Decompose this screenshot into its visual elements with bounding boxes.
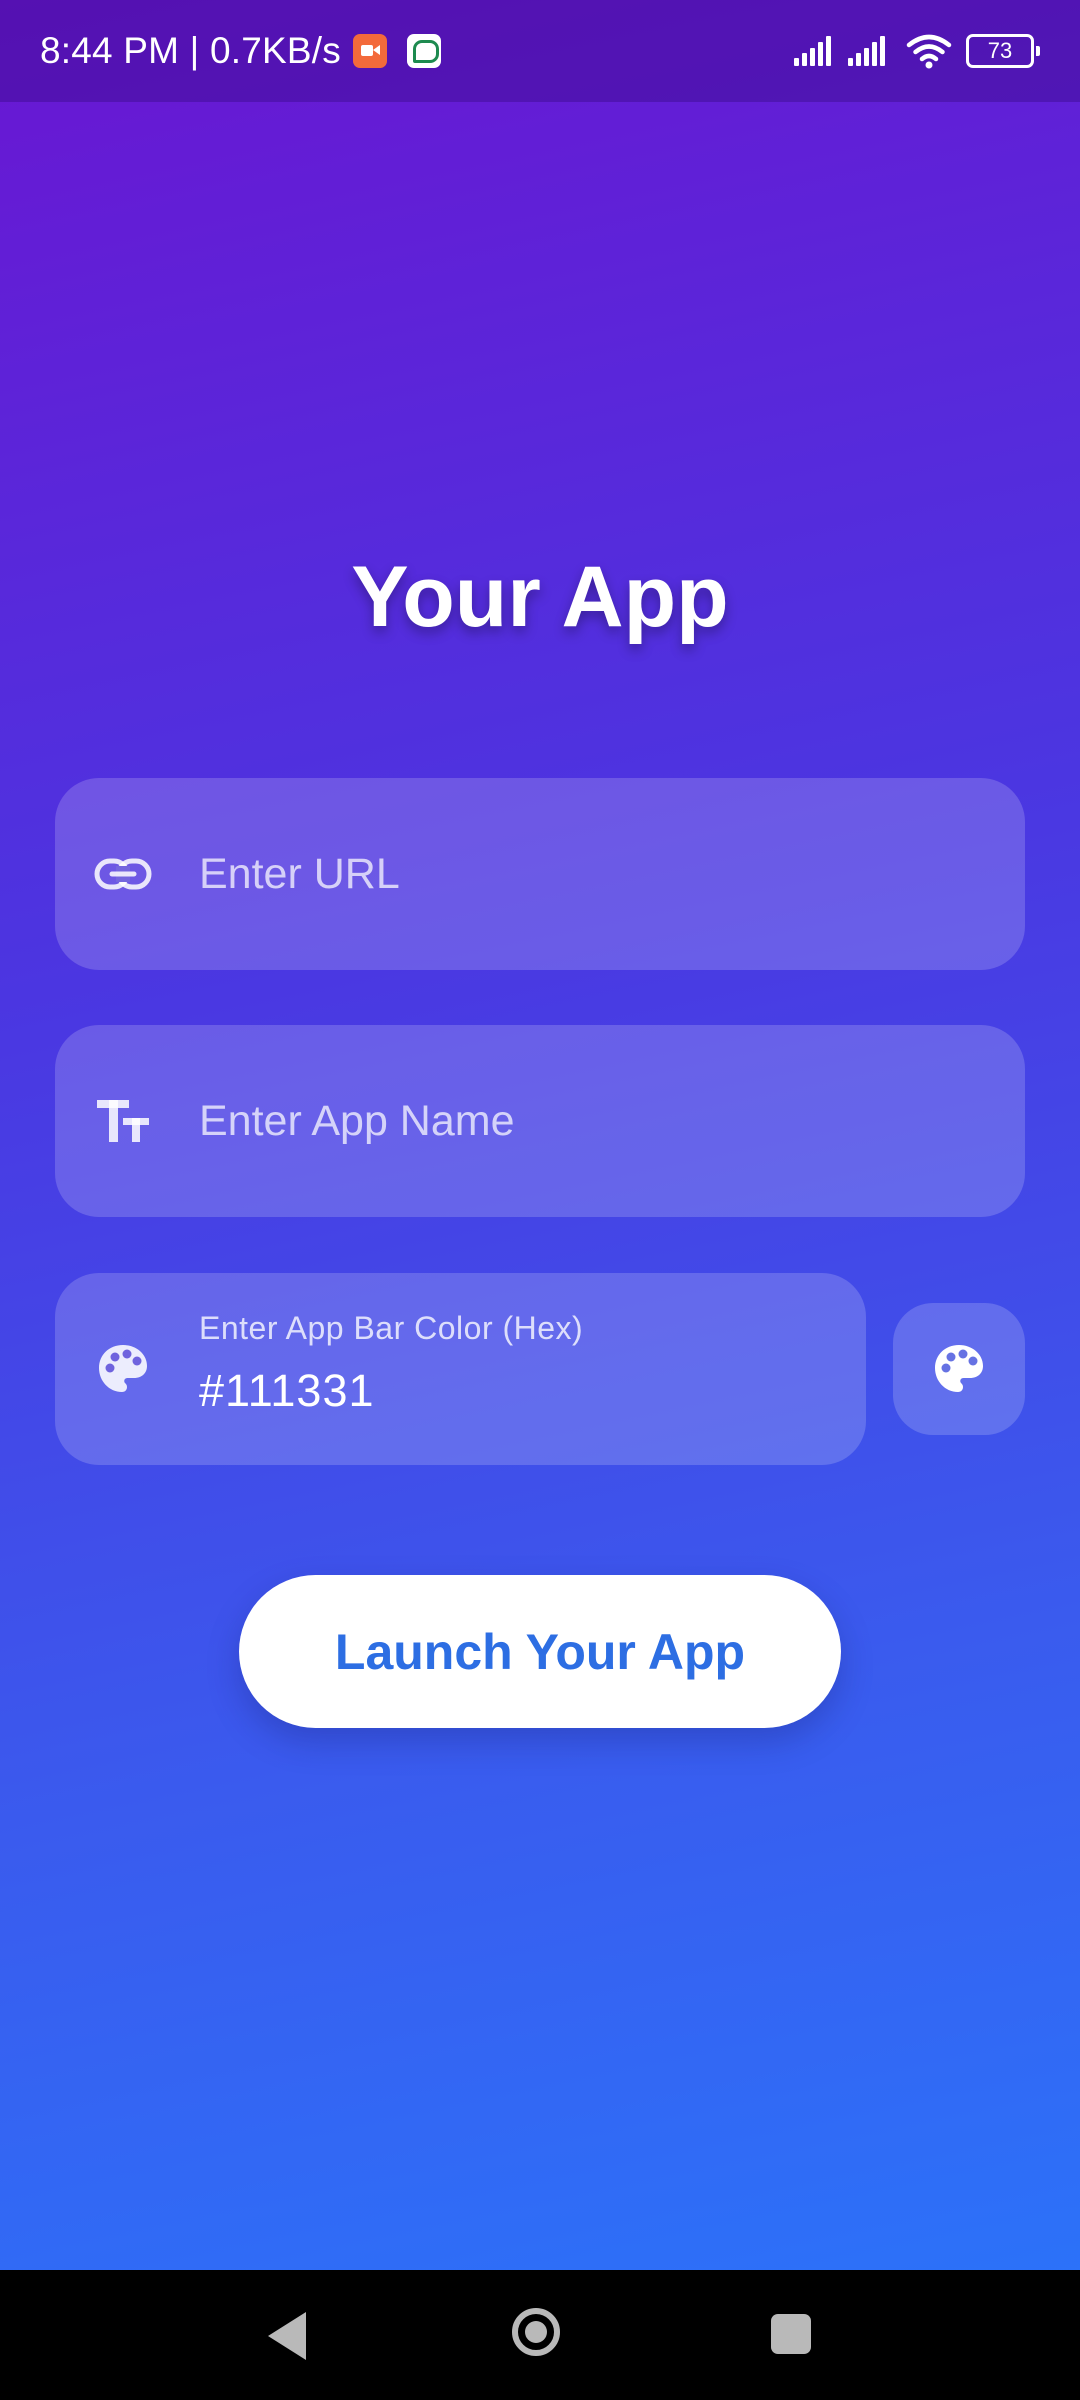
battery-level: 73 [987,38,1013,63]
link-icon [93,844,153,904]
status-right: 73 [794,0,1040,102]
url-input[interactable] [199,778,979,970]
signal-2-icon [848,36,888,66]
chat-notification-icon [406,34,441,68]
video-call-notification-icon [352,34,387,68]
app-bar-color-input[interactable] [199,1351,819,1431]
launch-app-button[interactable]: Launch Your App [239,1575,841,1728]
app-name-field[interactable] [55,1025,1025,1217]
app-name-input[interactable] [199,1025,979,1217]
app-screen: 8:44 PM | 0.7KB/s 73 Your App Enter URL … [0,0,1080,2400]
palette-icon [93,1339,153,1399]
battery-icon: 73 [966,34,1040,68]
text-fields-icon [93,1091,153,1151]
recents-icon[interactable] [771,2314,811,2354]
back-icon[interactable] [268,2312,306,2360]
status-left: 8:44 PM | 0.7KB/s [40,0,441,102]
home-icon[interactable] [512,2308,560,2356]
status-bar: 8:44 PM | 0.7KB/s 73 [0,0,1080,102]
app-bar-color-label: Enter App Bar Color (Hex) [199,1310,584,1346]
signal-1-icon [794,36,834,66]
color-picker-button[interactable] [893,1303,1025,1435]
url-field[interactable] [55,778,1025,970]
navigation-bar [0,2270,1080,2400]
page-title: Your App [351,549,729,645]
status-time-speed: 8:44 PM | 0.7KB/s [40,30,341,71]
palette-icon [935,1345,983,1392]
wifi-icon [906,34,952,69]
app-bar-color-field[interactable]: Enter App Bar Color (Hex) [55,1273,866,1465]
